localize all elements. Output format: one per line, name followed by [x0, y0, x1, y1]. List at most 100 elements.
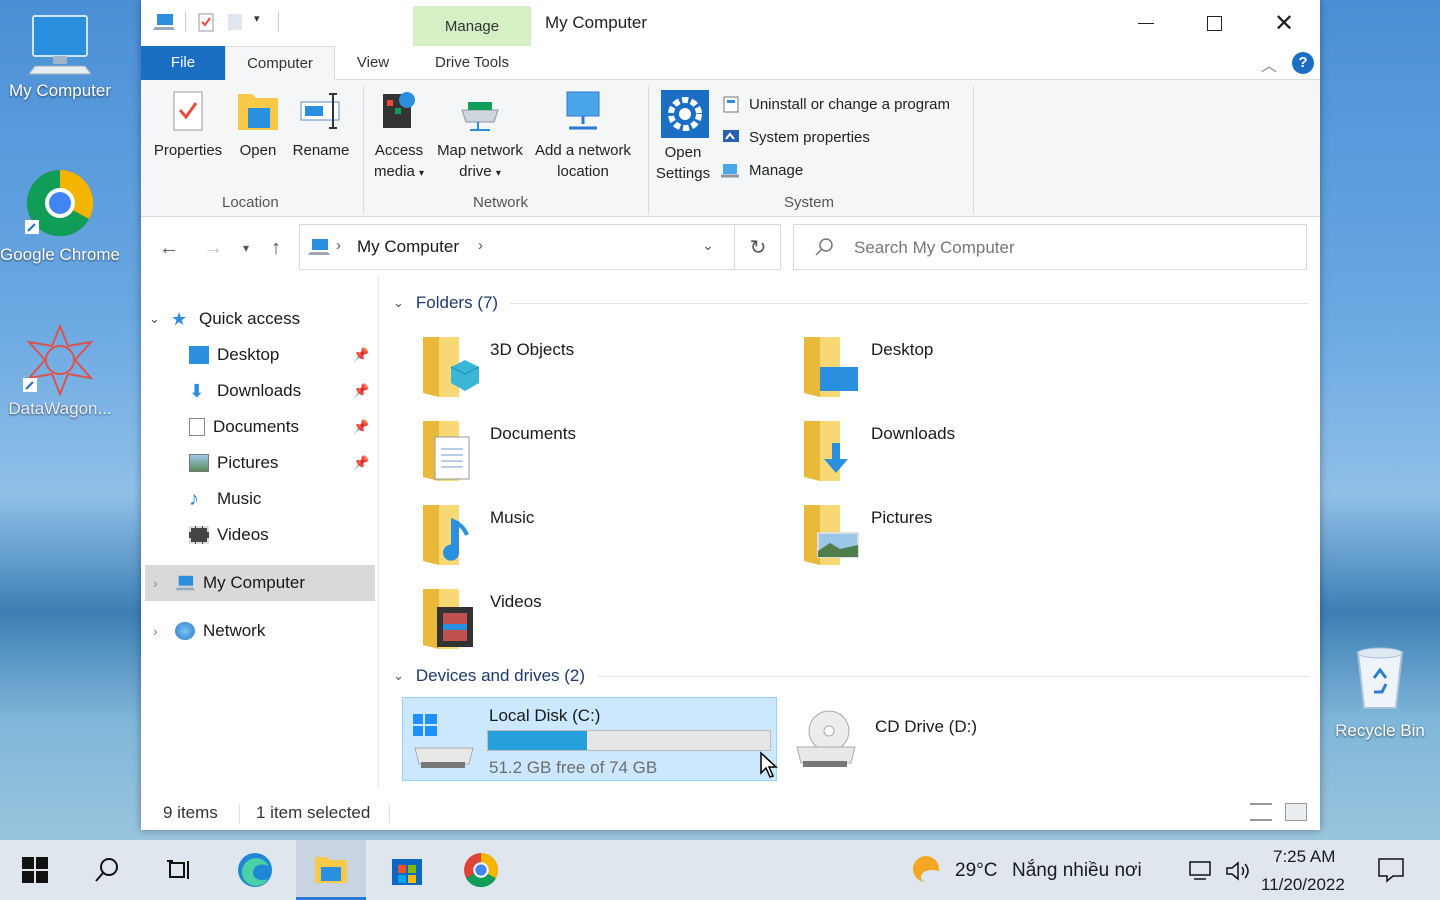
help-icon[interactable]: ?	[1292, 52, 1314, 74]
sidebar-item-desktop[interactable]: Desktop	[189, 337, 279, 373]
large-icons-view-icon[interactable]	[1285, 803, 1307, 821]
sidebar-item-videos[interactable]: Videos	[189, 517, 269, 553]
search-input[interactable]: Search My Computer	[793, 224, 1307, 270]
drive-c[interactable]: Local Disk (C:) 51.2 GB free of 7​4 GB	[402, 697, 777, 781]
sidebar-item-downloads[interactable]: ⬇ Downloads	[189, 373, 301, 409]
desktop-icon-label: My Computer	[8, 81, 112, 100]
task-view-button[interactable]	[144, 840, 214, 900]
chrome-icon	[464, 853, 499, 888]
weather-temperature[interactable]: 29°C	[955, 860, 997, 882]
customize-qat-icon[interactable]: ▾	[254, 12, 268, 32]
rename-button[interactable]: Rename	[289, 80, 353, 161]
taskbar-chrome[interactable]	[446, 840, 516, 900]
drive-usage-bar	[487, 730, 771, 751]
minimize-button[interactable]	[1111, 0, 1181, 46]
start-button[interactable]	[0, 840, 70, 900]
ribbon: Properties Open Rename Location Access me…	[141, 80, 1320, 217]
tab-computer[interactable]: Computer	[225, 46, 335, 81]
navigation-pane: ⌄ ★ Quick access Desktop 📌 ⬇ Downloads 📌…	[141, 277, 377, 787]
recent-locations-chevron-icon[interactable]: ▾	[243, 241, 249, 255]
expand-chevron-icon[interactable]: ⌄	[149, 311, 171, 327]
expand-chevron-icon[interactable]: ›	[145, 575, 175, 591]
folder-name: Desktop	[871, 340, 934, 359]
search-button[interactable]	[72, 840, 142, 900]
uninstall-program-button[interactable]: Uninstall or change a program	[721, 94, 950, 114]
folder-documents[interactable]: Documents	[421, 419, 781, 499]
sidebar-item-documents[interactable]: Documents	[189, 409, 299, 445]
expand-chevron-icon[interactable]: ›	[145, 623, 175, 639]
clock-date[interactable]: 11/20/2022	[1261, 875, 1345, 895]
desktop-icon-recycle-bin[interactable]: Recycle Bin	[1320, 644, 1440, 743]
weather-description[interactable]: Nắng nhiều nơi	[1012, 860, 1142, 882]
system-properties-button[interactable]: System properties	[721, 127, 870, 147]
manage-button[interactable]: Manage	[721, 160, 803, 180]
address-dropdown-icon[interactable]: ⌄	[702, 237, 714, 254]
pin-icon[interactable]: 📌	[353, 455, 369, 471]
open-settings-button[interactable]: Open Settings	[651, 80, 715, 184]
music-note-icon: ♪	[189, 488, 199, 510]
rename-icon	[299, 88, 343, 134]
manage-context-tab[interactable]: Manage	[413, 6, 531, 46]
folder-pictures[interactable]: Pictures	[802, 503, 1162, 583]
volume-icon[interactable]	[1225, 860, 1251, 882]
properties-button[interactable]: Properties	[149, 80, 227, 161]
tab-file[interactable]: File	[141, 46, 225, 80]
minimize-icon	[1138, 22, 1154, 24]
taskbar-store[interactable]	[372, 840, 442, 900]
open-button[interactable]: Open	[231, 80, 285, 161]
drive-usage-fill	[488, 731, 587, 750]
dropdown-arrow-icon: ▾	[419, 168, 425, 179]
maximize-button[interactable]	[1179, 0, 1249, 46]
folders-section-header[interactable]: ⌄ Folders (7)	[393, 293, 1308, 313]
network-status-icon[interactable]	[1188, 860, 1214, 882]
breadcrumb-separator-icon: ›	[478, 237, 483, 254]
back-arrow-icon[interactable]: ←	[159, 237, 179, 260]
nav-label: Pictures	[217, 453, 279, 472]
tab-view[interactable]: View	[339, 46, 407, 80]
folder-desktop[interactable]: Desktop	[802, 335, 1162, 415]
folder-videos[interactable]: Videos	[421, 587, 781, 667]
computer-small-icon[interactable]	[153, 12, 175, 32]
computer-small-icon	[308, 239, 330, 255]
collapse-chevron-icon: ⌄	[393, 295, 404, 310]
desktop-icon-my-computer[interactable]: My Computer	[0, 12, 120, 103]
tab-drive-tools[interactable]: Drive Tools	[413, 46, 531, 80]
taskbar-edge[interactable]	[220, 840, 290, 900]
refresh-button[interactable]: ↻	[734, 224, 781, 270]
nav-label: Videos	[217, 525, 269, 544]
add-network-location-button[interactable]: Add a network location	[531, 80, 635, 182]
folder-downloads[interactable]: Downloads	[802, 419, 1162, 499]
sidebar-item-my-computer[interactable]: › My Computer	[145, 565, 375, 601]
address-bar[interactable]: › My Computer › ⌄	[299, 224, 781, 270]
details-view-icon[interactable]	[1250, 803, 1272, 821]
new-folder-small-icon[interactable]	[226, 12, 244, 32]
map-network-drive-button[interactable]: Map network drive ▾	[433, 80, 527, 184]
taskbar-file-explorer[interactable]	[296, 840, 366, 900]
up-arrow-icon[interactable]: ↑	[271, 237, 281, 260]
folder-music[interactable]: Music	[421, 503, 781, 583]
collapse-ribbon-icon[interactable]: ︿	[1261, 52, 1277, 76]
forward-arrow-icon[interactable]: →	[203, 237, 223, 260]
nav-quick-access[interactable]: ⌄ ★ Quick access	[149, 301, 300, 337]
devices-section-header[interactable]: ⌄ Devices and drives (2)	[393, 666, 1308, 686]
group-label-location: Location	[222, 194, 279, 211]
folder-3d-objects[interactable]: 3D Objects	[421, 335, 781, 415]
pin-icon[interactable]: 📌	[353, 383, 369, 399]
music-folder-icon	[423, 505, 469, 565]
pin-icon[interactable]: 📌	[353, 347, 369, 363]
clock-time[interactable]: 7:25 AM	[1273, 847, 1335, 867]
downloads-folder-icon	[804, 421, 848, 481]
sidebar-item-pictures[interactable]: Pictures	[189, 445, 278, 481]
desktop-icon-datawagon[interactable]: DataWagon...	[0, 324, 120, 421]
notifications-icon[interactable]	[1377, 857, 1405, 883]
drive-d[interactable]: CD Drive (D:)	[789, 697, 1149, 781]
properties-small-icon[interactable]	[196, 12, 216, 32]
access-media-button[interactable]: Access media ▾	[367, 80, 431, 184]
desktop-icon-chrome[interactable]: Google Chrome	[0, 168, 120, 267]
breadcrumb[interactable]: My Computer	[357, 237, 459, 257]
pin-icon[interactable]: 📌	[353, 419, 369, 435]
computer-small-icon	[175, 575, 195, 591]
sidebar-item-music[interactable]: ♪ Music	[189, 481, 261, 517]
sidebar-item-network[interactable]: › Network	[145, 613, 265, 649]
close-button[interactable]: ✕	[1249, 0, 1319, 46]
